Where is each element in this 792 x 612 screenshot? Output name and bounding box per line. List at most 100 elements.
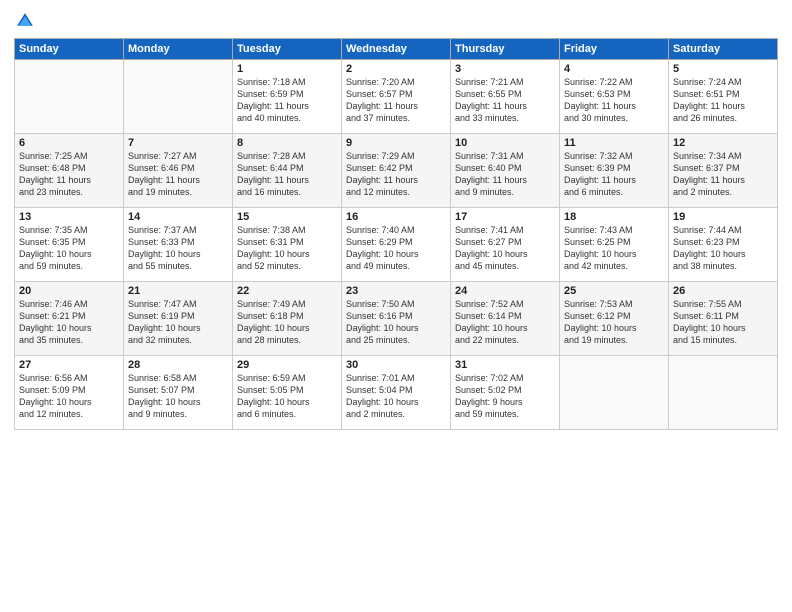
cell-content: Sunrise: 7:43 AM Sunset: 6:25 PM Dayligh… <box>564 224 664 273</box>
calendar-cell: 11Sunrise: 7:32 AM Sunset: 6:39 PM Dayli… <box>560 134 669 208</box>
day-number: 30 <box>346 359 446 371</box>
cell-content: Sunrise: 7:35 AM Sunset: 6:35 PM Dayligh… <box>19 224 119 273</box>
cell-content: Sunrise: 7:28 AM Sunset: 6:44 PM Dayligh… <box>237 150 337 199</box>
calendar-cell <box>669 356 778 430</box>
day-number: 7 <box>128 137 228 149</box>
calendar-cell: 14Sunrise: 7:37 AM Sunset: 6:33 PM Dayli… <box>124 208 233 282</box>
calendar-cell: 31Sunrise: 7:02 AM Sunset: 5:02 PM Dayli… <box>451 356 560 430</box>
day-number: 16 <box>346 211 446 223</box>
calendar-cell <box>15 60 124 134</box>
week-row-1: 1Sunrise: 7:18 AM Sunset: 6:59 PM Daylig… <box>15 60 778 134</box>
calendar-cell: 21Sunrise: 7:47 AM Sunset: 6:19 PM Dayli… <box>124 282 233 356</box>
calendar-cell: 1Sunrise: 7:18 AM Sunset: 6:59 PM Daylig… <box>233 60 342 134</box>
calendar-cell: 19Sunrise: 7:44 AM Sunset: 6:23 PM Dayli… <box>669 208 778 282</box>
day-number: 26 <box>673 285 773 297</box>
day-number: 13 <box>19 211 119 223</box>
logo-icon <box>14 10 36 32</box>
day-number: 1 <box>237 63 337 75</box>
calendar-cell: 12Sunrise: 7:34 AM Sunset: 6:37 PM Dayli… <box>669 134 778 208</box>
cell-content: Sunrise: 7:22 AM Sunset: 6:53 PM Dayligh… <box>564 76 664 125</box>
day-number: 14 <box>128 211 228 223</box>
calendar-cell: 20Sunrise: 7:46 AM Sunset: 6:21 PM Dayli… <box>15 282 124 356</box>
header <box>14 10 778 32</box>
cell-content: Sunrise: 7:21 AM Sunset: 6:55 PM Dayligh… <box>455 76 555 125</box>
calendar-cell: 26Sunrise: 7:55 AM Sunset: 6:11 PM Dayli… <box>669 282 778 356</box>
weekday-header-row: SundayMondayTuesdayWednesdayThursdayFrid… <box>15 39 778 60</box>
weekday-header-saturday: Saturday <box>669 39 778 60</box>
cell-content: Sunrise: 7:18 AM Sunset: 6:59 PM Dayligh… <box>237 76 337 125</box>
weekday-header-thursday: Thursday <box>451 39 560 60</box>
cell-content: Sunrise: 7:32 AM Sunset: 6:39 PM Dayligh… <box>564 150 664 199</box>
day-number: 25 <box>564 285 664 297</box>
calendar-cell: 6Sunrise: 7:25 AM Sunset: 6:48 PM Daylig… <box>15 134 124 208</box>
weekday-header-wednesday: Wednesday <box>342 39 451 60</box>
day-number: 8 <box>237 137 337 149</box>
weekday-header-monday: Monday <box>124 39 233 60</box>
cell-content: Sunrise: 6:58 AM Sunset: 5:07 PM Dayligh… <box>128 372 228 421</box>
week-row-5: 27Sunrise: 6:56 AM Sunset: 5:09 PM Dayli… <box>15 356 778 430</box>
cell-content: Sunrise: 7:40 AM Sunset: 6:29 PM Dayligh… <box>346 224 446 273</box>
calendar-cell: 15Sunrise: 7:38 AM Sunset: 6:31 PM Dayli… <box>233 208 342 282</box>
cell-content: Sunrise: 6:56 AM Sunset: 5:09 PM Dayligh… <box>19 372 119 421</box>
day-number: 5 <box>673 63 773 75</box>
logo <box>14 10 40 32</box>
day-number: 22 <box>237 285 337 297</box>
cell-content: Sunrise: 6:59 AM Sunset: 5:05 PM Dayligh… <box>237 372 337 421</box>
weekday-header-sunday: Sunday <box>15 39 124 60</box>
day-number: 2 <box>346 63 446 75</box>
cell-content: Sunrise: 7:25 AM Sunset: 6:48 PM Dayligh… <box>19 150 119 199</box>
calendar-cell: 3Sunrise: 7:21 AM Sunset: 6:55 PM Daylig… <box>451 60 560 134</box>
day-number: 15 <box>237 211 337 223</box>
cell-content: Sunrise: 7:01 AM Sunset: 5:04 PM Dayligh… <box>346 372 446 421</box>
week-row-3: 13Sunrise: 7:35 AM Sunset: 6:35 PM Dayli… <box>15 208 778 282</box>
calendar-cell: 22Sunrise: 7:49 AM Sunset: 6:18 PM Dayli… <box>233 282 342 356</box>
day-number: 3 <box>455 63 555 75</box>
day-number: 9 <box>346 137 446 149</box>
calendar-cell: 29Sunrise: 6:59 AM Sunset: 5:05 PM Dayli… <box>233 356 342 430</box>
cell-content: Sunrise: 7:20 AM Sunset: 6:57 PM Dayligh… <box>346 76 446 125</box>
calendar-cell: 17Sunrise: 7:41 AM Sunset: 6:27 PM Dayli… <box>451 208 560 282</box>
cell-content: Sunrise: 7:52 AM Sunset: 6:14 PM Dayligh… <box>455 298 555 347</box>
day-number: 6 <box>19 137 119 149</box>
day-number: 12 <box>673 137 773 149</box>
weekday-header-tuesday: Tuesday <box>233 39 342 60</box>
day-number: 24 <box>455 285 555 297</box>
calendar-cell: 9Sunrise: 7:29 AM Sunset: 6:42 PM Daylig… <box>342 134 451 208</box>
calendar-cell: 24Sunrise: 7:52 AM Sunset: 6:14 PM Dayli… <box>451 282 560 356</box>
cell-content: Sunrise: 7:02 AM Sunset: 5:02 PM Dayligh… <box>455 372 555 421</box>
calendar-cell: 4Sunrise: 7:22 AM Sunset: 6:53 PM Daylig… <box>560 60 669 134</box>
day-number: 11 <box>564 137 664 149</box>
calendar-cell: 18Sunrise: 7:43 AM Sunset: 6:25 PM Dayli… <box>560 208 669 282</box>
cell-content: Sunrise: 7:55 AM Sunset: 6:11 PM Dayligh… <box>673 298 773 347</box>
cell-content: Sunrise: 7:41 AM Sunset: 6:27 PM Dayligh… <box>455 224 555 273</box>
calendar-cell: 13Sunrise: 7:35 AM Sunset: 6:35 PM Dayli… <box>15 208 124 282</box>
day-number: 21 <box>128 285 228 297</box>
calendar-cell: 10Sunrise: 7:31 AM Sunset: 6:40 PM Dayli… <box>451 134 560 208</box>
day-number: 31 <box>455 359 555 371</box>
cell-content: Sunrise: 7:37 AM Sunset: 6:33 PM Dayligh… <box>128 224 228 273</box>
day-number: 10 <box>455 137 555 149</box>
cell-content: Sunrise: 7:53 AM Sunset: 6:12 PM Dayligh… <box>564 298 664 347</box>
calendar-cell: 2Sunrise: 7:20 AM Sunset: 6:57 PM Daylig… <box>342 60 451 134</box>
cell-content: Sunrise: 7:38 AM Sunset: 6:31 PM Dayligh… <box>237 224 337 273</box>
calendar-container: SundayMondayTuesdayWednesdayThursdayFrid… <box>0 0 792 612</box>
calendar-cell: 8Sunrise: 7:28 AM Sunset: 6:44 PM Daylig… <box>233 134 342 208</box>
calendar-cell <box>124 60 233 134</box>
week-row-2: 6Sunrise: 7:25 AM Sunset: 6:48 PM Daylig… <box>15 134 778 208</box>
day-number: 28 <box>128 359 228 371</box>
day-number: 18 <box>564 211 664 223</box>
weekday-header-friday: Friday <box>560 39 669 60</box>
cell-content: Sunrise: 7:44 AM Sunset: 6:23 PM Dayligh… <box>673 224 773 273</box>
calendar-cell <box>560 356 669 430</box>
cell-content: Sunrise: 7:27 AM Sunset: 6:46 PM Dayligh… <box>128 150 228 199</box>
cell-content: Sunrise: 7:29 AM Sunset: 6:42 PM Dayligh… <box>346 150 446 199</box>
cell-content: Sunrise: 7:24 AM Sunset: 6:51 PM Dayligh… <box>673 76 773 125</box>
calendar-cell: 27Sunrise: 6:56 AM Sunset: 5:09 PM Dayli… <box>15 356 124 430</box>
day-number: 27 <box>19 359 119 371</box>
calendar-cell: 23Sunrise: 7:50 AM Sunset: 6:16 PM Dayli… <box>342 282 451 356</box>
day-number: 4 <box>564 63 664 75</box>
cell-content: Sunrise: 7:50 AM Sunset: 6:16 PM Dayligh… <box>346 298 446 347</box>
day-number: 20 <box>19 285 119 297</box>
day-number: 23 <box>346 285 446 297</box>
cell-content: Sunrise: 7:31 AM Sunset: 6:40 PM Dayligh… <box>455 150 555 199</box>
